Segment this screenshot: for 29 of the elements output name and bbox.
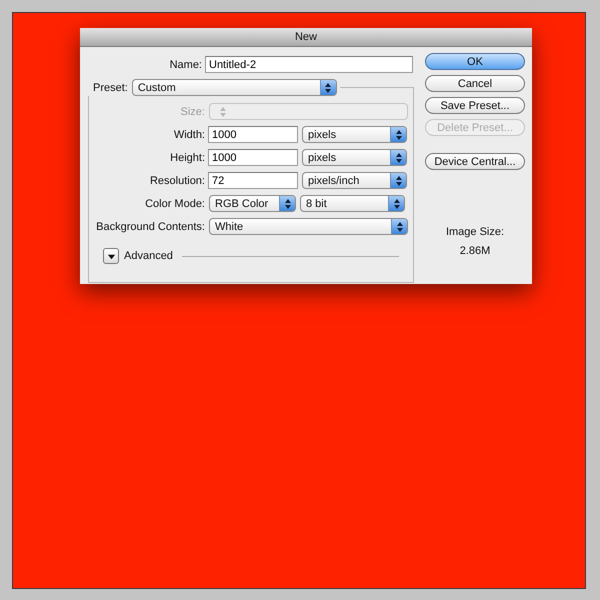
- window-title: New: [294, 31, 317, 43]
- dialog-button[interactable]: Cancel: [425, 75, 525, 92]
- field-label: Resolution:: [148, 174, 205, 186]
- field-label: Height:: [169, 152, 205, 164]
- disclosure-triangle-icon: [106, 252, 116, 260]
- field-label: Name:: [168, 58, 202, 70]
- dropdown[interactable]: RGB Color: [209, 195, 296, 212]
- input-field[interactable]: 72: [208, 172, 298, 189]
- name-field[interactable]: Untitled-2: [205, 56, 413, 73]
- dialog-button[interactable]: OK: [425, 53, 525, 70]
- dialog-button[interactable]: Save Preset...: [425, 97, 525, 114]
- dropdown[interactable]: pixels: [302, 126, 407, 143]
- field-label: Preset:: [93, 82, 128, 94]
- dialog-button[interactable]: Device Central...: [425, 153, 525, 170]
- image-size-value: 2.86M: [460, 244, 490, 259]
- field-label: Size:: [180, 106, 205, 118]
- disclosure-button[interactable]: [103, 248, 119, 264]
- dropdown[interactable]: pixels/inch: [302, 172, 407, 189]
- field-label: Color Mode:: [144, 198, 205, 210]
- field-label: Background Contents:: [95, 220, 205, 232]
- image-size-label: Image Size:: [446, 225, 504, 240]
- field-label: Width:: [172, 128, 205, 140]
- preset-dropdown[interactable]: Custom: [132, 79, 337, 96]
- section-label: Advanced: [124, 250, 173, 262]
- dropdown[interactable]: pixels: [302, 149, 407, 166]
- dropdown[interactable]: White: [209, 218, 408, 235]
- input-field[interactable]: 1000: [208, 126, 298, 143]
- input-field[interactable]: 1000: [208, 149, 298, 166]
- dropdown[interactable]: 8 bit: [300, 195, 405, 212]
